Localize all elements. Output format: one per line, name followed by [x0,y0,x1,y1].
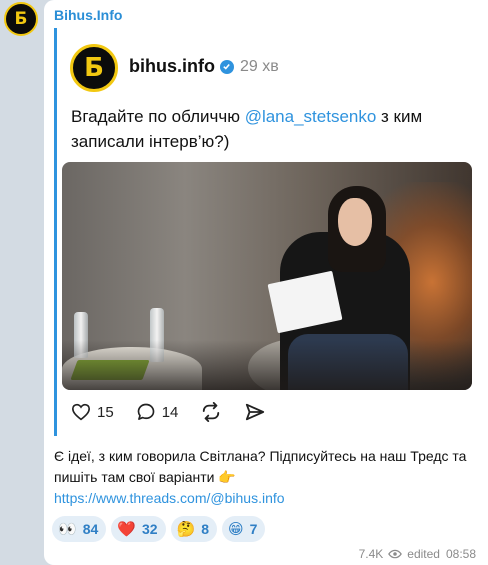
embed-actions: 15 14 [71,402,288,422]
send-icon [246,403,265,421]
message-bubble: Bihus.Info Б bihus.info 29 хв Вгадайте п… [44,0,488,565]
verified-icon [219,59,234,74]
embed-title: bihus.info [129,56,215,76]
comment-count: 14 [161,403,179,421]
reaction-eyes[interactable]: 👀 84 [52,516,107,542]
heart-emoji-icon: ❤️ [117,520,136,538]
reaction-heart[interactable]: ❤️ 32 [111,516,166,542]
embed-header: bihus.info 29 хв [129,56,279,77]
embed-text: Вгадайте по обличчю @lana_stetsenko з ки… [71,104,461,154]
like-count: 15 [97,403,114,421]
eyes-icon: 👀 [58,520,77,538]
edited-label: edited [407,547,440,561]
comment-button[interactable]: 14 [136,402,179,422]
eye-icon [388,549,403,559]
comment-icon [137,403,155,420]
like-button[interactable]: 15 [71,403,114,421]
view-count: 7.4K [358,547,384,561]
channel-avatar[interactable]: Б [4,2,38,36]
embed-text-start: Вгадайте по обличчю [71,107,245,126]
repost-button[interactable] [200,402,222,422]
message-time: 08:58 [445,547,476,561]
share-button[interactable] [244,402,266,422]
embed-avatar: Б [70,44,118,92]
reactions-bar: 👀 84 ❤️ 32 🤔 8 😁 7 [52,516,270,542]
message-meta: 7.4K edited 08:58 [359,547,476,561]
reaction-count: 8 [201,521,210,537]
channel-name[interactable]: Bihus.Info [54,7,122,23]
photo-floor [62,340,472,390]
repost-icon [203,402,220,422]
threads-link[interactable]: https://www.threads.com/@bihus.info [54,488,474,509]
post-body: Є ідеї, з ким говорила Світлана? Підпису… [54,448,467,485]
reaction-count: 84 [82,521,99,537]
reaction-count: 7 [249,521,258,537]
mention-link[interactable]: @lana_stetsenko [245,107,377,126]
threads-embed[interactable]: Б bihus.info 29 хв Вгадайте по обличчю @… [54,28,478,436]
photo-face [338,198,372,246]
embed-avatar-glyph: Б [84,53,104,83]
channel-avatar-glyph: Б [14,8,28,29]
reaction-thinking[interactable]: 🤔 8 [170,516,218,542]
embed-photo[interactable] [62,162,472,390]
grin-face-icon: 😁 [228,520,244,538]
embed-time: 29 хв [239,57,279,75]
thinking-face-icon: 🤔 [176,520,196,538]
post-text: Є ідеї, з ким говорила Світлана? Підпису… [54,446,474,509]
reaction-grin[interactable]: 😁 7 [222,516,266,542]
reaction-count: 32 [141,521,158,537]
heart-icon [71,403,91,421]
